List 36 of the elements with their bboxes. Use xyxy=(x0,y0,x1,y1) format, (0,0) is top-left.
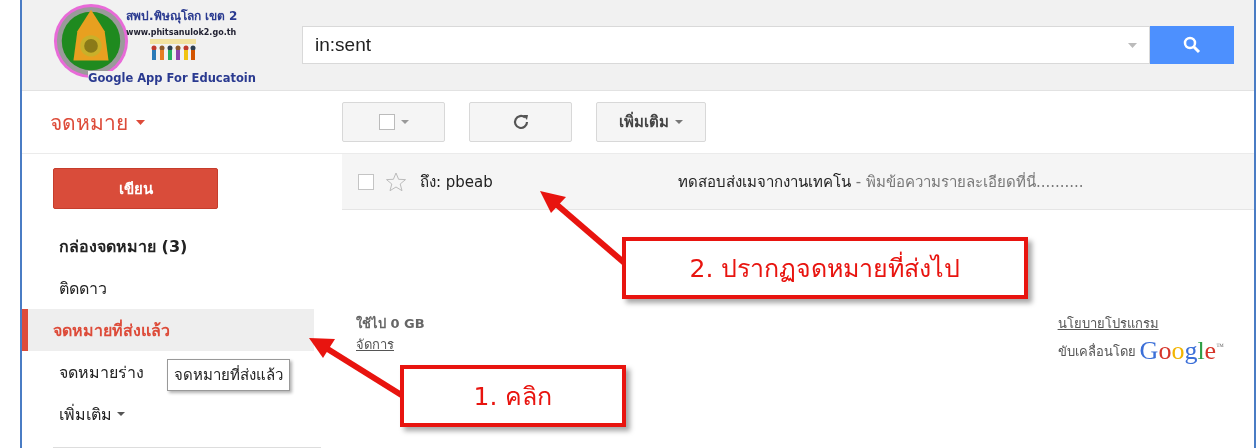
message-recipient: ถึง: pbeab xyxy=(420,171,494,193)
nav-item[interactable]: ติดดาว xyxy=(22,267,107,309)
search-button[interactable] xyxy=(1150,26,1234,64)
caret-icon xyxy=(136,119,145,125)
compose-button[interactable]: เขียน xyxy=(53,168,218,209)
powered-by-text: ขับเคลื่อนโดย xyxy=(1057,342,1136,361)
nav-item[interactable]: เพิ่มเติม xyxy=(22,393,125,435)
caret-icon xyxy=(400,120,409,124)
nav-item[interactable]: จดหมายที่ส่งแล้ว xyxy=(22,309,314,351)
logo-url: www.phitsanulok2.go.th xyxy=(126,28,237,37)
brand-logo: Google$^{™}$ xyxy=(1139,336,1224,366)
manage-link[interactable]: จัดการ xyxy=(356,334,394,355)
message-subject: ทดสอบส่งเมจากงานเทคโน - พิมข้อความรายละเอียดที่นี่.......... xyxy=(678,171,1084,193)
logo-caption: Google App For Educatoin xyxy=(88,71,256,85)
nav-item[interactable]: จดหมายร่าง xyxy=(22,351,144,393)
refresh-icon xyxy=(511,113,530,131)
caret-icon xyxy=(675,120,683,124)
caret-icon xyxy=(117,412,125,416)
app-menu[interactable]: จดหมาย xyxy=(50,105,145,139)
select-button[interactable] xyxy=(342,102,445,142)
star-icon[interactable] xyxy=(386,171,406,192)
refresh-button[interactable] xyxy=(469,102,572,142)
tooltip: จดหมายที่ส่งแล้ว xyxy=(167,359,290,391)
checkbox[interactable] xyxy=(358,173,374,190)
storage-usage: ใช้ไป 0 GB xyxy=(356,314,425,333)
search-icon xyxy=(1183,36,1201,54)
nav-item[interactable]: กล่องจดหมาย (3) xyxy=(22,225,188,267)
people-drawing xyxy=(148,39,198,61)
search-field[interactable]: in:sent xyxy=(302,26,1150,64)
policy-link[interactable]: นโยบายโปรแกรม xyxy=(1057,313,1159,334)
callout: 2. ปรากฏจดหมายที่ส่งไป xyxy=(622,237,1028,299)
message-row[interactable]: ถึง: pbeab ทดสอบส่งเมจากงานเทคโน - พิมข้อความรายละเอียดที่นี่.......... xyxy=(342,154,1254,210)
caret-icon xyxy=(1128,42,1137,48)
logo-title: สพป.พิษณุโลก เขต 2 xyxy=(126,8,238,25)
callout: 1. คลิก xyxy=(400,365,626,427)
more-button[interactable]: เพิ่มเติม xyxy=(596,102,706,142)
